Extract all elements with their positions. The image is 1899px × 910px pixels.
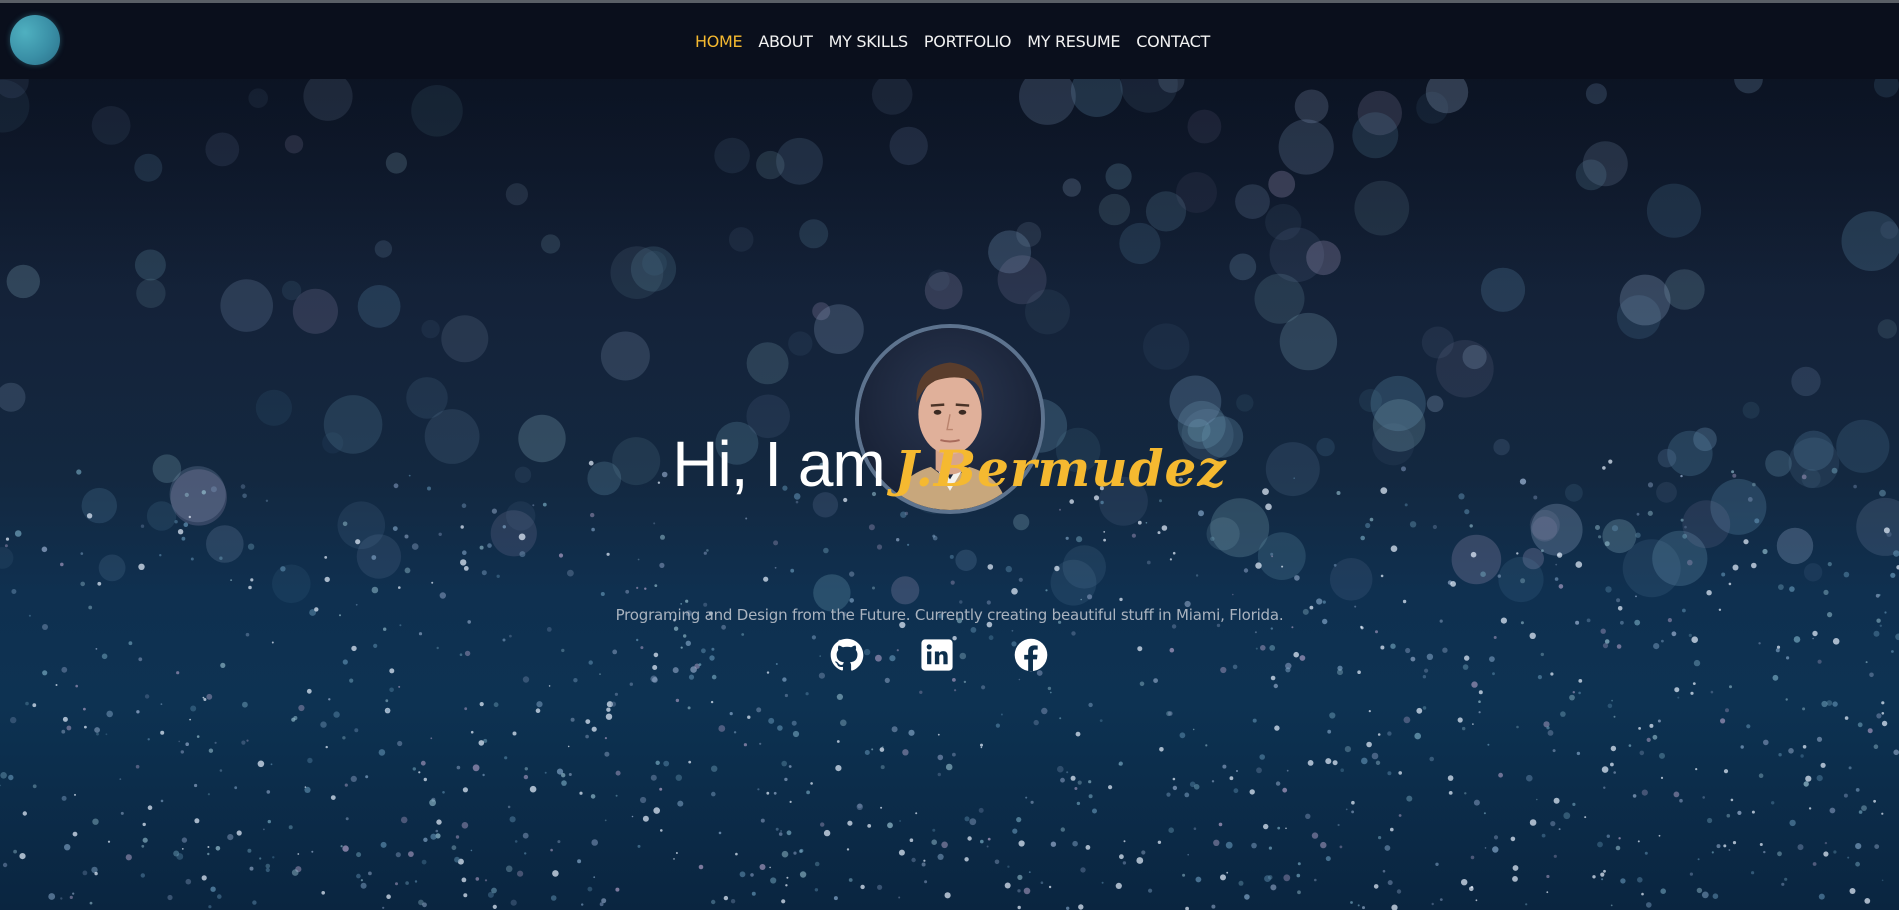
tagline: Programing and Design from the Future. C… xyxy=(615,606,1284,624)
main-nav: HOME ABOUT MY SKILLS PORTFOLIO MY RESUME… xyxy=(0,3,1899,79)
name-text: J.Bermudez xyxy=(894,439,1227,498)
nav-my-resume[interactable]: MY RESUME xyxy=(1027,32,1120,51)
facebook-icon[interactable] xyxy=(1014,638,1048,672)
nav-about[interactable]: ABOUT xyxy=(758,32,813,51)
nav-my-skills[interactable]: MY SKILLS xyxy=(829,32,909,51)
hero-headline: Hi, I am J.Bermudez xyxy=(0,432,1899,496)
navbar: HOME ABOUT MY SKILLS PORTFOLIO MY RESUME… xyxy=(0,3,1899,79)
greeting-text: Hi, I am xyxy=(672,428,885,500)
nav-contact[interactable]: CONTACT xyxy=(1136,32,1210,51)
nav-portfolio[interactable]: PORTFOLIO xyxy=(924,32,1012,51)
linkedin-icon[interactable] xyxy=(920,638,954,672)
github-icon[interactable] xyxy=(830,638,864,672)
nav-home[interactable]: HOME xyxy=(695,32,743,51)
